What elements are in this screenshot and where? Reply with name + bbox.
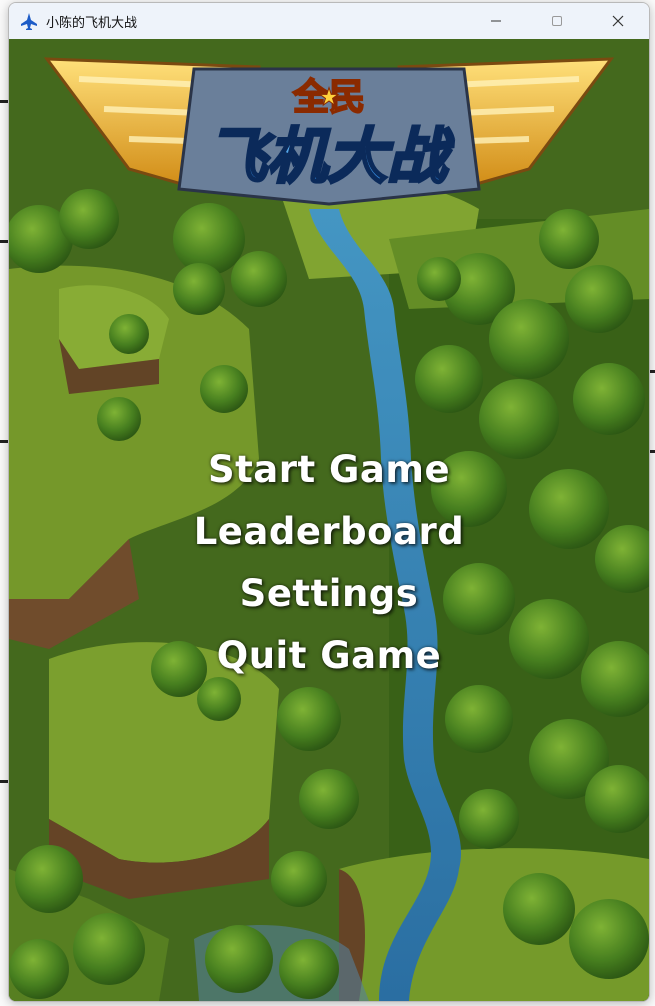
game-window: 小陈的飞机大战 全民 ★ 飞机大战 Start Game Leaderboard… [8, 2, 650, 1002]
logo-star-icon: ★ [318, 83, 340, 111]
window-title: 小陈的飞机大战 [46, 15, 138, 31]
minimize-icon [491, 20, 501, 22]
logo-main-text: 飞机大战 [207, 122, 454, 192]
title-bar[interactable]: 小陈的飞机大战 [9, 3, 649, 39]
maximize-button[interactable] [534, 3, 580, 39]
leaderboard-button[interactable]: Leaderboard [194, 501, 465, 563]
minimize-button[interactable] [473, 3, 519, 39]
settings-button[interactable]: Settings [240, 563, 419, 625]
quit-game-button[interactable]: Quit Game [217, 625, 442, 687]
start-game-button[interactable]: Start Game [208, 439, 450, 501]
maximize-icon [552, 16, 562, 26]
game-canvas[interactable]: 全民 ★ 飞机大战 Start Game Leaderboard Setting… [9, 39, 649, 1001]
app-airplane-icon [21, 13, 37, 30]
close-button[interactable] [595, 3, 641, 39]
close-icon [612, 15, 624, 27]
main-menu: Start Game Leaderboard Settings Quit Gam… [9, 439, 649, 687]
